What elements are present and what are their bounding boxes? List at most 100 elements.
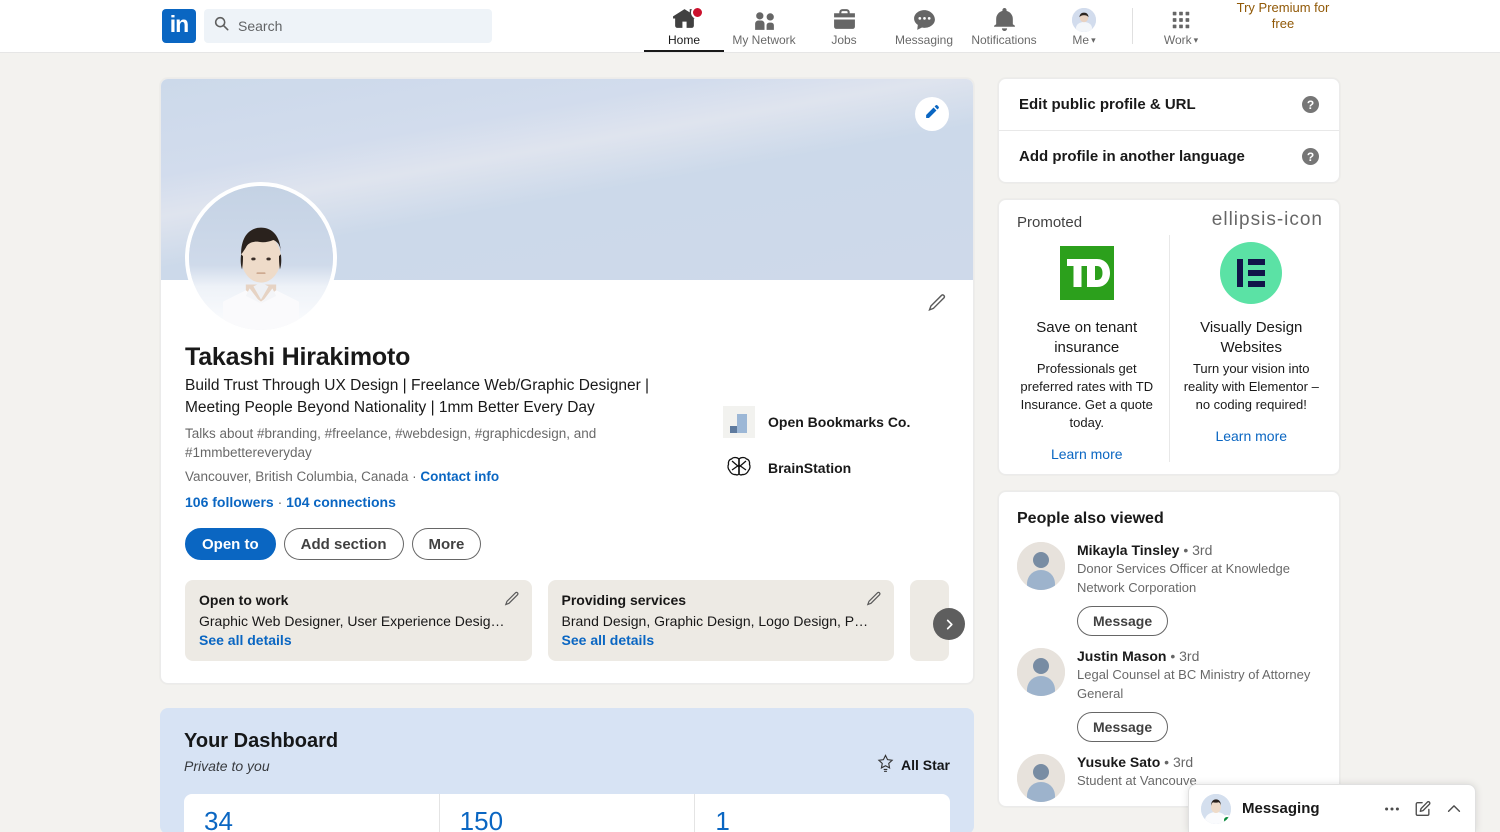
card-title: Providing services [561,592,687,608]
main-column: Takashi Hirakimoto Build Trust Through U… [160,78,974,832]
nav-label-jobs: Jobs [831,33,857,47]
open-to-work-card[interactable]: Open to work Graphic Web Designer, User … [185,580,532,661]
primary-nav: Home My Network Jobs Messaging Notificat… [644,0,1335,52]
profile-action-buttons: Open to Add section More [185,528,949,560]
elementor-logo [1217,239,1285,307]
open-bookmarks-logo [723,406,755,438]
ad-description: Professionals get preferred rates with T… [1020,361,1154,430]
compose-icon[interactable] [1414,800,1432,818]
search-box[interactable] [204,9,492,43]
profile-settings-card: Edit public profile & URL ? Add profile … [998,78,1340,183]
edit-cover-photo-button[interactable] [915,97,949,131]
list-item[interactable]: Mikayla Tinsley • 3rd Donor Services Off… [999,534,1339,640]
more-button[interactable]: More [411,528,482,560]
dashboard-stats: 34 150 1 [184,794,950,832]
organization-open-bookmarks[interactable]: Open Bookmarks Co. [723,406,910,438]
profile-identity: Takashi Hirakimoto Build Trust Through U… [185,342,695,510]
profile-talks-about: Talks about #branding, #freelance, #webd… [185,426,597,460]
try-premium-link[interactable]: Try Premium for free [1231,0,1335,32]
td-bank-logo [1052,239,1121,307]
promoted-card: Promoted ellipsis-icon Save on tenant in… [998,199,1340,475]
edit-profile-button[interactable] [923,292,949,318]
nav-item-notifications[interactable]: Notifications [964,0,1044,52]
nav-label-work: Work ▾ [1164,33,1198,47]
open-to-button[interactable]: Open to [185,528,276,560]
your-dashboard-section: Your Dashboard Private to you All Star 3… [160,708,974,832]
nav-item-work[interactable]: Work ▾ [1141,0,1221,52]
learn-more-link[interactable]: Learn more [1215,428,1287,444]
ellipsis-icon[interactable] [1383,800,1401,818]
message-button[interactable]: Message [1077,606,1169,636]
global-navigation-bar: in Home My Network [0,0,1500,53]
organization-brainstation[interactable]: BrainStation [723,452,910,484]
pencil-icon[interactable] [503,590,520,612]
nav-label-home: Home [667,33,700,47]
brainstation-logo [723,452,755,484]
home-notification-badge [690,6,704,19]
card-title: Open to work [199,592,289,608]
connections-link[interactable]: 104 connections [286,494,396,510]
dashboard-stat-post-views[interactable]: 150 [440,794,696,832]
contact-info-link[interactable]: Contact info [420,469,499,484]
learn-more-link[interactable]: Learn more [1051,446,1123,462]
person-degree: • 3rd [1183,542,1213,558]
chevron-up-icon[interactable] [1445,800,1463,818]
chat-bubble-icon [912,7,937,32]
list-item[interactable]: Justin Mason • 3rd Legal Counsel at BC M… [999,640,1339,746]
promoted-ad-elementor[interactable]: Visually Design Websites Turn your visio… [1168,235,1334,462]
organization-name: BrainStation [768,460,852,476]
card-subtitle: Graphic Web Designer, User Experience De… [199,613,505,629]
nav-item-jobs[interactable]: Jobs [804,0,884,52]
star-icon [877,754,894,776]
nav-label-my-network: My Network [732,33,796,47]
nav-item-my-network[interactable]: My Network [724,0,804,52]
briefcase-icon [832,7,857,32]
profile-counts: 106 followers · 104 connections [185,494,695,510]
add-profile-language-row[interactable]: Add profile in another language ? [999,130,1339,182]
location-separator: · [408,469,421,484]
nav-item-me[interactable]: Me ▾ [1044,0,1124,52]
pencil-icon [924,103,941,125]
profile-card: Takashi Hirakimoto Build Trust Through U… [160,78,974,684]
counts-separator: · [273,494,287,510]
all-star-badge[interactable]: All Star [877,754,950,776]
see-all-details-link[interactable]: See all details [562,632,881,648]
providing-services-card[interactable]: Providing services Brand Design, Graphic… [547,580,895,661]
person-description: Student at Vancouve [1077,773,1197,788]
profile-organizations: Open Bookmarks Co. BrainStation [723,342,910,510]
nav-item-messaging[interactable]: Messaging [884,0,964,52]
nav-work-text: Work [1163,33,1192,47]
ellipsis-icon[interactable]: ellipsis-icon [1212,210,1323,229]
nav-item-home[interactable]: Home [644,0,724,52]
all-star-label: All Star [900,757,950,773]
promoted-ad-td-insurance[interactable]: Save on tenant insurance Professionals g… [1005,235,1169,462]
message-button[interactable]: Message [1077,712,1169,742]
question-icon[interactable]: ? [1302,148,1319,165]
edit-public-profile-row[interactable]: Edit public profile & URL ? [999,79,1339,130]
dashboard-stat-search-appearances[interactable]: 1 [695,794,950,832]
avatar [1201,793,1231,824]
profile-photo[interactable] [185,182,337,334]
see-all-details-link[interactable]: See all details [199,632,518,648]
pencil-icon[interactable] [865,590,882,612]
nav-label-notifications: Notifications [971,33,1037,47]
messaging-dock[interactable]: Messaging [1188,784,1476,832]
search-input[interactable] [238,18,482,34]
dashboard-stat-who-viewed[interactable]: 34 [184,794,440,832]
chevron-right-icon[interactable] [933,608,965,640]
people-also-viewed-card: People also viewed Mikayla Tinsley • 3rd… [998,491,1340,807]
avatar [1017,754,1065,802]
stat-value: 34 [204,806,233,832]
avatar [1017,648,1065,696]
chevron-down-icon: ▾ [1091,35,1096,45]
add-section-button[interactable]: Add section [283,528,404,560]
search-icon [214,16,229,36]
ad-description: Turn your vision into reality with Eleme… [1183,361,1319,412]
organization-name: Open Bookmarks Co. [768,414,911,430]
nav-divider [1132,8,1133,44]
question-icon[interactable]: ? [1302,96,1319,113]
linkedin-logo[interactable]: in [162,9,196,43]
person-name-text: Yusuke Sato [1077,754,1161,770]
nav-label-messaging: Messaging [894,33,954,47]
followers-link[interactable]: 106 followers [185,494,274,510]
